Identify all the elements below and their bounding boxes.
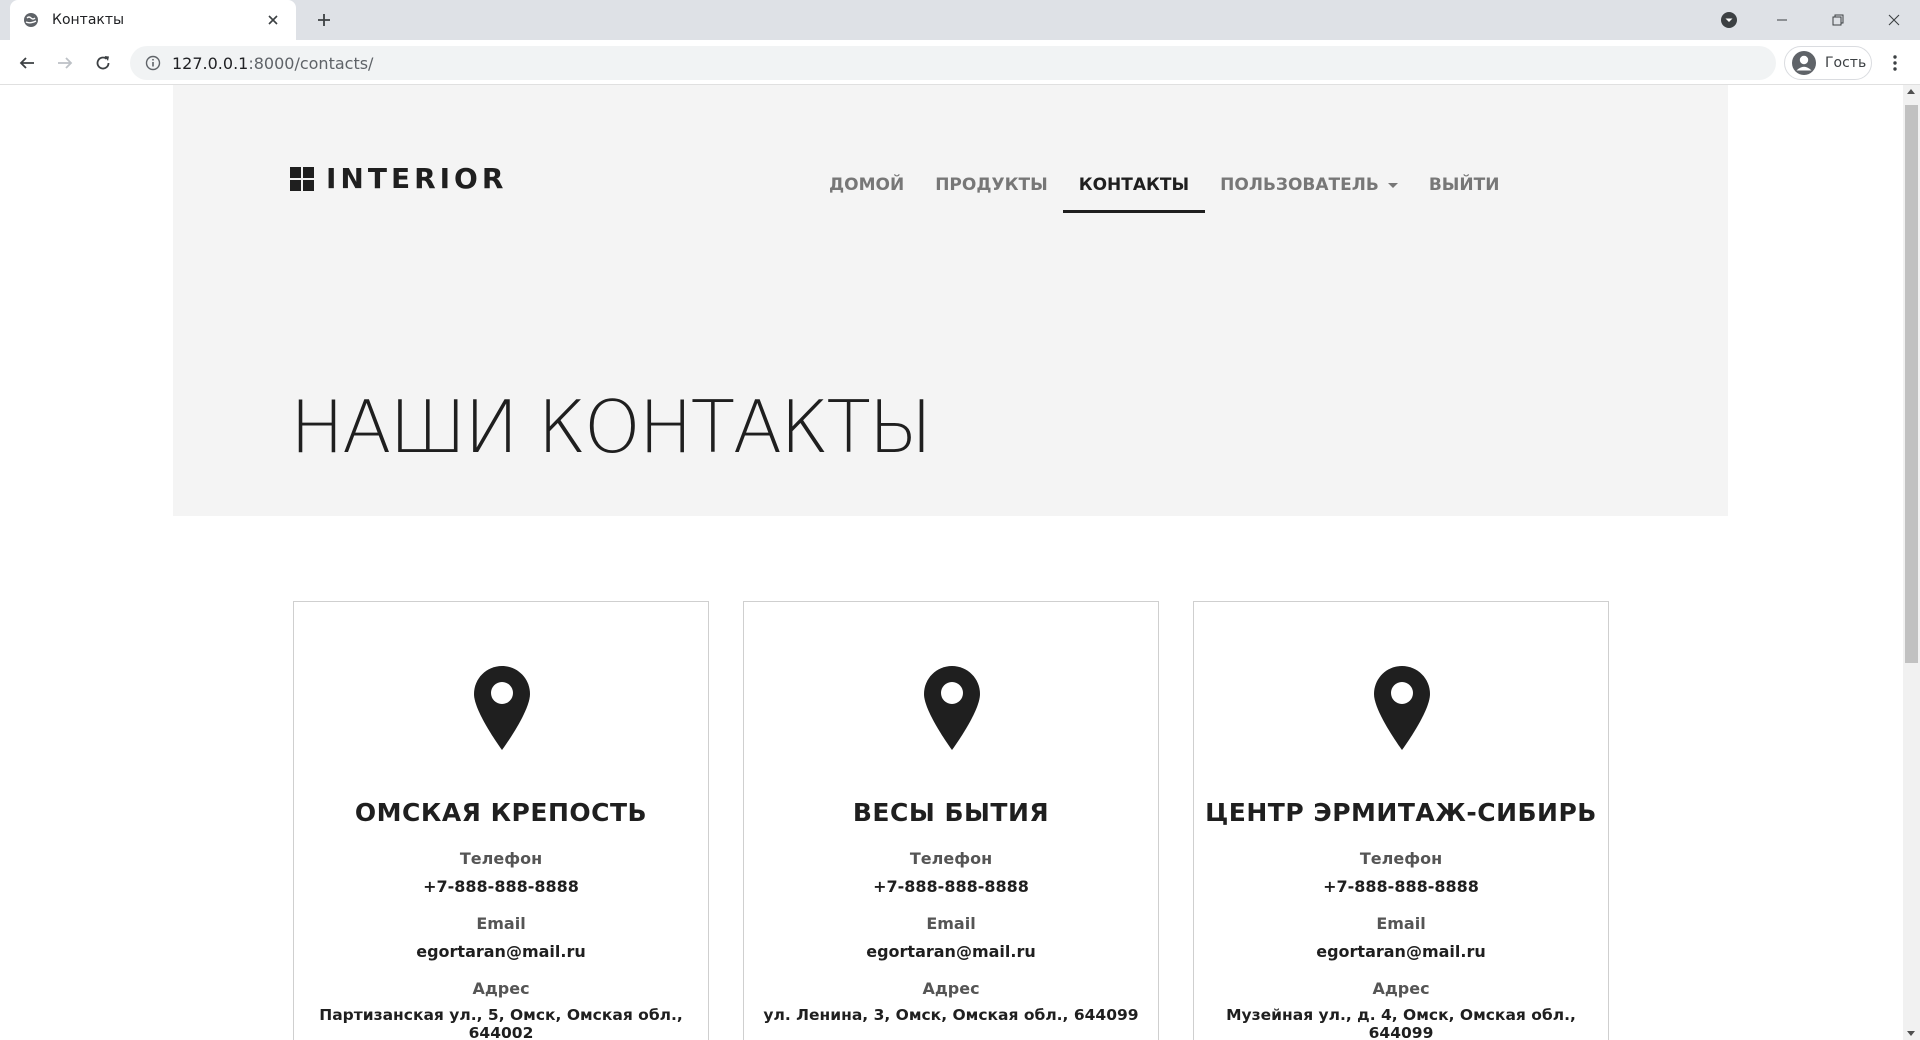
phone-value: +7-888-888-8888 — [1323, 877, 1479, 896]
logo-grid-icon — [290, 166, 314, 191]
logo-text: INTERIOR — [326, 162, 508, 195]
address-label: Адрес — [922, 979, 980, 998]
minimize-icon[interactable] — [1760, 0, 1804, 40]
main-nav: ДОМОЙ ПРОДУКТЫ КОНТАКТЫ ПОЛЬЗОВАТЕЛЬ ВЫЙ… — [829, 165, 1530, 213]
forward-arrow-icon[interactable] — [50, 48, 80, 78]
restore-icon[interactable] — [1816, 0, 1860, 40]
address-value: Музейная ул., д. 4, Омск, Омская обл., 6… — [1226, 1006, 1576, 1040]
email-value: egortaran@mail.ru — [416, 942, 586, 961]
nav-logout[interactable]: ВЫЙТИ — [1429, 165, 1500, 205]
address-label: Адрес — [1372, 979, 1430, 998]
map-pin-icon — [474, 666, 530, 750]
url-text: 127.0.0.1:8000/contacts/ — [172, 53, 374, 73]
close-tab-icon[interactable] — [262, 9, 284, 31]
contact-card: ОМСКАЯ КРЕПОСТЬ Телефон +7-888-888-8888 … — [293, 601, 709, 1040]
contact-card: ВЕСЫ БЫТИЯ Телефон +7-888-888-8888 Email… — [743, 601, 1159, 1040]
nav-contacts[interactable]: КОНТАКТЫ — [1062, 165, 1206, 213]
scrollbar-thumb[interactable] — [1905, 105, 1918, 663]
phone-value: +7-888-888-8888 — [873, 877, 1029, 896]
address-label: Адрес — [472, 979, 530, 998]
browser-toolbar: 127.0.0.1:8000/contacts/ Гость — [0, 40, 1920, 85]
contact-cards: ОМСКАЯ КРЕПОСТЬ Телефон +7-888-888-8888 … — [293, 601, 1609, 1040]
phone-label: Телефон — [459, 849, 543, 868]
email-label: Email — [1376, 914, 1426, 933]
email-value: egortaran@mail.ru — [1316, 942, 1486, 961]
info-icon[interactable] — [144, 54, 162, 72]
address-value: Партизанская ул., 5, Омск, Омская обл., … — [319, 1006, 683, 1040]
nav-home[interactable]: ДОМОЙ — [829, 165, 904, 205]
browser-tab-bar: Контакты — [0, 0, 1920, 40]
map-pin-icon — [1374, 666, 1430, 750]
address-bar[interactable]: 127.0.0.1:8000/contacts/ — [130, 46, 1776, 80]
close-window-icon[interactable] — [1872, 0, 1916, 40]
page-viewport: INTERIOR ДОМОЙ ПРОДУКТЫ КОНТАКТЫ ПОЛЬЗОВ… — [0, 85, 1920, 1040]
kebab-menu-icon[interactable] — [1880, 48, 1910, 78]
site-logo[interactable]: INTERIOR — [290, 162, 507, 195]
browser-tab[interactable]: Контакты — [10, 0, 296, 40]
nav-user-label: ПОЛЬЗОВАТЕЛЬ — [1220, 175, 1379, 195]
address-value: ул. Ленина, 3, Омск, Омская обл., 644099 — [763, 1006, 1139, 1024]
avatar-icon — [1792, 51, 1816, 75]
hero-section: INTERIOR ДОМОЙ ПРОДУКТЫ КОНТАКТЫ ПОЛЬЗОВ… — [173, 85, 1728, 516]
page-title: НАШИ КОНТАКТЫ — [290, 385, 932, 469]
nav-user-dropdown[interactable]: ПОЛЬЗОВАТЕЛЬ — [1220, 165, 1398, 205]
map-pin-icon — [924, 666, 980, 750]
email-label: Email — [926, 914, 976, 933]
tab-search-icon[interactable] — [1714, 0, 1744, 40]
contact-name: ЦЕНТР ЭРМИТАЖ-СИБИРЬ — [1205, 798, 1597, 827]
new-tab-button[interactable] — [312, 8, 336, 32]
scroll-down-icon[interactable] — [1907, 1031, 1915, 1036]
contact-name: ВЕСЫ БЫТИЯ — [852, 798, 1050, 827]
back-arrow-icon[interactable] — [12, 48, 42, 78]
page-scrollbar[interactable] — [1903, 85, 1920, 1040]
scroll-up-icon[interactable] — [1907, 89, 1915, 94]
contact-name: ОМСКАЯ КРЕПОСТЬ — [354, 798, 648, 827]
phone-label: Телефон — [909, 849, 993, 868]
email-value: egortaran@mail.ru — [866, 942, 1036, 961]
contact-card: ЦЕНТР ЭРМИТАЖ-СИБИРЬ Телефон +7-888-888-… — [1193, 601, 1609, 1040]
globe-icon — [22, 11, 40, 29]
email-label: Email — [476, 914, 526, 933]
reload-icon[interactable] — [88, 48, 118, 78]
tab-title: Контакты — [52, 12, 125, 28]
phone-value: +7-888-888-8888 — [423, 877, 579, 896]
profile-button[interactable]: Гость — [1784, 46, 1872, 80]
profile-label: Гость — [1825, 55, 1867, 71]
caret-down-icon — [1387, 182, 1398, 188]
nav-products[interactable]: ПРОДУКТЫ — [935, 165, 1048, 205]
phone-label: Телефон — [1359, 849, 1443, 868]
